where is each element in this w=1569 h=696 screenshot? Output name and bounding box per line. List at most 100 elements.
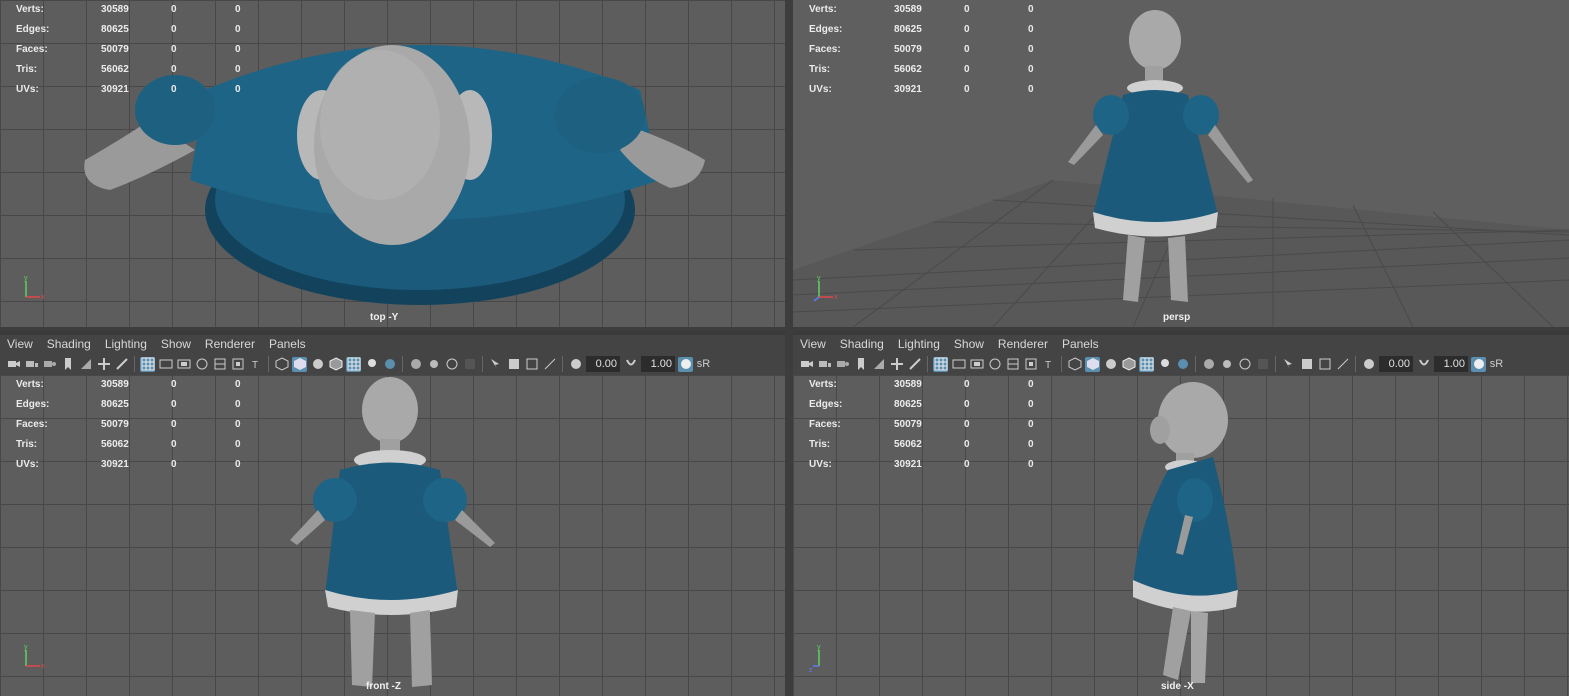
camera-lock-icon[interactable] — [817, 357, 832, 372]
xray-joints-icon[interactable] — [1299, 357, 1314, 372]
shadows-icon[interactable] — [382, 357, 397, 372]
shadows-icon[interactable] — [1175, 357, 1190, 372]
viewport-top[interactable]: Verts: 30589 0 0 Edges: 80625 0 0 Faces: 50079 0… — [0, 0, 785, 327]
wireframe-on-shaded-icon[interactable] — [328, 357, 343, 372]
stat-row: Tris: 56062 0 0 — [16, 439, 241, 450]
default-material-icon[interactable] — [310, 357, 325, 372]
depth-of-field-icon[interactable] — [1255, 357, 1270, 372]
motion-blur-icon[interactable] — [1219, 357, 1234, 372]
stat-row: Edges: 80625 0 0 — [809, 24, 1034, 35]
menu-shading[interactable]: Shading — [40, 337, 98, 351]
film-gate-icon[interactable] — [158, 357, 173, 372]
color-management-icon[interactable] — [1471, 356, 1486, 372]
svg-text:y: y — [24, 644, 28, 651]
safe-action-icon[interactable] — [230, 357, 245, 372]
gate-mask-icon[interactable] — [987, 357, 1002, 372]
xray-icon[interactable] — [346, 356, 361, 372]
grease-pencil-icon[interactable] — [114, 357, 129, 372]
color-space-label[interactable]: sR — [1489, 357, 1504, 372]
menu-show[interactable]: Show — [154, 337, 198, 351]
viewport-persp[interactable]: Verts: 30589 0 0 Edges: 80625 0 0 Faces: 50079 0… — [793, 0, 1569, 327]
xray-active-icon[interactable] — [524, 357, 539, 372]
menu-view[interactable]: View — [0, 337, 40, 351]
grease-pencil-icon[interactable] — [907, 357, 922, 372]
menu-lighting[interactable]: Lighting — [98, 337, 154, 351]
resolution-gate-icon[interactable] — [176, 357, 191, 372]
camera-icon[interactable] — [6, 357, 21, 372]
grid-toggle-icon[interactable] — [933, 356, 948, 372]
viewport-front[interactable]: Verts: 30589 0 0 Edges: 80625 0 0 Faces: 50079 0… — [0, 375, 785, 696]
pane-divider[interactable] — [785, 0, 793, 696]
backface-cull-icon[interactable] — [542, 357, 557, 372]
menu-view[interactable]: View — [793, 337, 833, 351]
stat-row: Faces: 50079 0 0 — [16, 44, 241, 55]
motion-blur-icon[interactable] — [426, 357, 441, 372]
xray-active-icon[interactable] — [1317, 357, 1332, 372]
stat-row: UVs: 30921 0 0 — [16, 459, 241, 470]
gamma-icon[interactable] — [623, 357, 638, 372]
bookmark-icon[interactable] — [853, 357, 868, 372]
lights-icon[interactable] — [1157, 357, 1172, 372]
smooth-shade-icon[interactable] — [1085, 356, 1100, 372]
svg-text:z: z — [809, 667, 813, 674]
backface-cull-icon[interactable] — [1335, 357, 1350, 372]
camera-icon[interactable] — [799, 357, 814, 372]
camera-lock-icon[interactable] — [24, 357, 39, 372]
color-space-label[interactable]: sR — [696, 357, 711, 372]
exposure-icon[interactable] — [1361, 357, 1376, 372]
stat-row: Verts: 30589 0 0 — [809, 379, 1034, 390]
bookmark-icon[interactable] — [60, 357, 75, 372]
color-management-icon[interactable] — [678, 356, 693, 372]
field-chart-icon[interactable] — [1005, 357, 1020, 372]
axis-gizmo-icon: y x — [24, 644, 45, 670]
menu-renderer[interactable]: Renderer — [991, 337, 1055, 351]
gamma-field[interactable]: 1.00 — [641, 356, 675, 372]
wireframe-icon[interactable] — [274, 357, 289, 372]
menu-panels[interactable]: Panels — [262, 337, 313, 351]
grid-toggle-icon[interactable] — [140, 356, 155, 372]
menu-shading[interactable]: Shading — [833, 337, 891, 351]
anti-alias-icon[interactable] — [1237, 357, 1252, 372]
ambient-occlusion-icon[interactable] — [408, 357, 423, 372]
wireframe-on-shaded-icon[interactable] — [1121, 357, 1136, 372]
viewport-side[interactable]: Verts: 30589 0 0 Edges: 80625 0 0 Faces: 50079 0… — [793, 375, 1569, 696]
exposure-icon[interactable] — [568, 357, 583, 372]
menu-panels[interactable]: Panels — [1055, 337, 1106, 351]
axis-gizmo-icon: y z — [809, 644, 821, 674]
isolate-select-icon[interactable] — [488, 357, 503, 372]
lights-icon[interactable] — [364, 357, 379, 372]
menu-lighting[interactable]: Lighting — [891, 337, 947, 351]
xray-joints-icon[interactable] — [506, 357, 521, 372]
panel-menu-bar: View Shading Lighting Show Renderer Pane… — [0, 335, 785, 353]
camera-attributes-icon[interactable] — [835, 357, 850, 372]
safe-action-icon[interactable] — [1023, 357, 1038, 372]
gamma-icon[interactable] — [1416, 357, 1431, 372]
svg-text:y: y — [24, 275, 28, 282]
camera-label: front -Z — [366, 681, 401, 692]
camera-attributes-icon[interactable] — [42, 357, 57, 372]
gamma-field[interactable]: 1.00 — [1434, 356, 1468, 372]
menu-show[interactable]: Show — [947, 337, 991, 351]
field-chart-icon[interactable] — [212, 357, 227, 372]
gate-mask-icon[interactable] — [194, 357, 209, 372]
2d-pan-zoom-icon[interactable] — [889, 357, 904, 372]
wireframe-icon[interactable] — [1067, 357, 1082, 372]
film-gate-icon[interactable] — [951, 357, 966, 372]
ambient-occlusion-icon[interactable] — [1201, 357, 1216, 372]
image-plane-icon[interactable] — [78, 357, 93, 372]
isolate-select-icon[interactable] — [1281, 357, 1296, 372]
resolution-gate-icon[interactable] — [969, 357, 984, 372]
anti-alias-icon[interactable] — [444, 357, 459, 372]
smooth-shade-icon[interactable] — [292, 356, 307, 372]
image-plane-icon[interactable] — [871, 357, 886, 372]
menu-renderer[interactable]: Renderer — [198, 337, 262, 351]
depth-of-field-icon[interactable] — [462, 357, 477, 372]
2d-pan-zoom-icon[interactable] — [96, 357, 111, 372]
default-material-icon[interactable] — [1103, 357, 1118, 372]
exposure-field[interactable]: 0.00 — [1379, 356, 1413, 372]
stat-row: UVs: 30921 0 0 — [16, 84, 241, 95]
safe-title-icon[interactable]: T — [1041, 357, 1056, 372]
exposure-field[interactable]: 0.00 — [586, 356, 620, 372]
xray-icon[interactable] — [1139, 356, 1154, 372]
safe-title-icon[interactable]: T — [248, 357, 263, 372]
